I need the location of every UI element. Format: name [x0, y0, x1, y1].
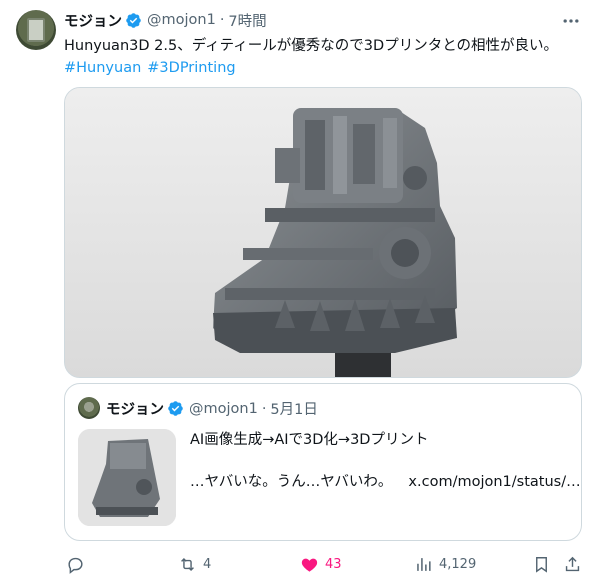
like-button[interactable]: 43	[300, 553, 342, 575]
views-button[interactable]: 4,129	[414, 553, 476, 575]
reply-icon	[68, 557, 83, 574]
quoted-status-link[interactable]: x.com/mojon1/status/…	[408, 474, 580, 490]
author-name[interactable]: モジョン	[64, 10, 122, 31]
quoted-tweet[interactable]: モジョン @mojon1 · 5月1日 AI画像生成→AIで3D化→3Dプリント…	[64, 383, 582, 541]
quoted-tweet-header: モジョン @mojon1 · 5月1日	[106, 398, 318, 419]
bookmark-icon	[536, 556, 547, 573]
hashtag-link[interactable]: #Hunyuan	[64, 60, 141, 76]
author-avatar[interactable]	[16, 10, 56, 50]
views-icon	[417, 557, 431, 571]
quoted-line-2-text: …ヤバいな。うん…ヤバいわ。	[190, 474, 393, 490]
like-count: 43	[325, 556, 342, 572]
printed-boot-model-image	[65, 88, 581, 377]
quoted-media-thumbnail	[78, 429, 176, 526]
retweet-count: 4	[203, 556, 212, 572]
tweet-body: Hunyuan3D 2.5、ディティールが優秀なので3Dプリンタとの相性が良い。…	[64, 35, 584, 79]
hashtag-link[interactable]: #3DPrinting	[147, 60, 235, 76]
views-count: 4,129	[439, 556, 477, 572]
retweet-icon	[181, 557, 194, 571]
quoted-tweet-text: AI画像生成→AIで3D化→3Dプリント …ヤバいな。うん…ヤバいわ。 x.com…	[190, 429, 581, 513]
author-handle[interactable]: @mojon1	[147, 12, 216, 28]
tweet-time[interactable]: 7時間	[228, 10, 266, 31]
reply-button[interactable]	[66, 553, 91, 575]
tweet-header: モジョン @mojon1 · 7時間	[64, 10, 267, 30]
verified-badge-icon	[168, 401, 183, 416]
quoted-author-avatar	[78, 397, 100, 419]
separator-dot: ·	[261, 400, 267, 417]
more-button[interactable]	[560, 10, 582, 32]
bookmark-button[interactable]	[532, 553, 551, 575]
separator-dot: ·	[219, 12, 225, 28]
verified-badge-icon	[126, 12, 141, 28]
retweet-button[interactable]: 4	[178, 553, 211, 575]
tweet-text: Hunyuan3D 2.5、ディティールが優秀なので3Dプリンタとの相性が良い。	[64, 38, 559, 54]
media-photo[interactable]	[64, 87, 582, 378]
share-button[interactable]	[563, 553, 582, 575]
quoted-line-2: …ヤバいな。うん…ヤバいわ。 x.com/mojon1/status/…	[190, 471, 581, 493]
hashtags: #Hunyuan #3DPrinting	[64, 57, 584, 79]
quoted-author-name: モジョン	[106, 402, 164, 418]
share-icon	[565, 556, 580, 571]
tweet-actions: 4 43 4,129	[64, 553, 584, 575]
quoted-line-1: AI画像生成→AIで3D化→3Dプリント	[190, 432, 429, 448]
quoted-author-handle: @mojon1	[189, 400, 258, 417]
more-icon	[563, 19, 579, 23]
heart-icon	[301, 558, 318, 572]
quoted-tweet-date: 5月1日	[270, 402, 318, 418]
